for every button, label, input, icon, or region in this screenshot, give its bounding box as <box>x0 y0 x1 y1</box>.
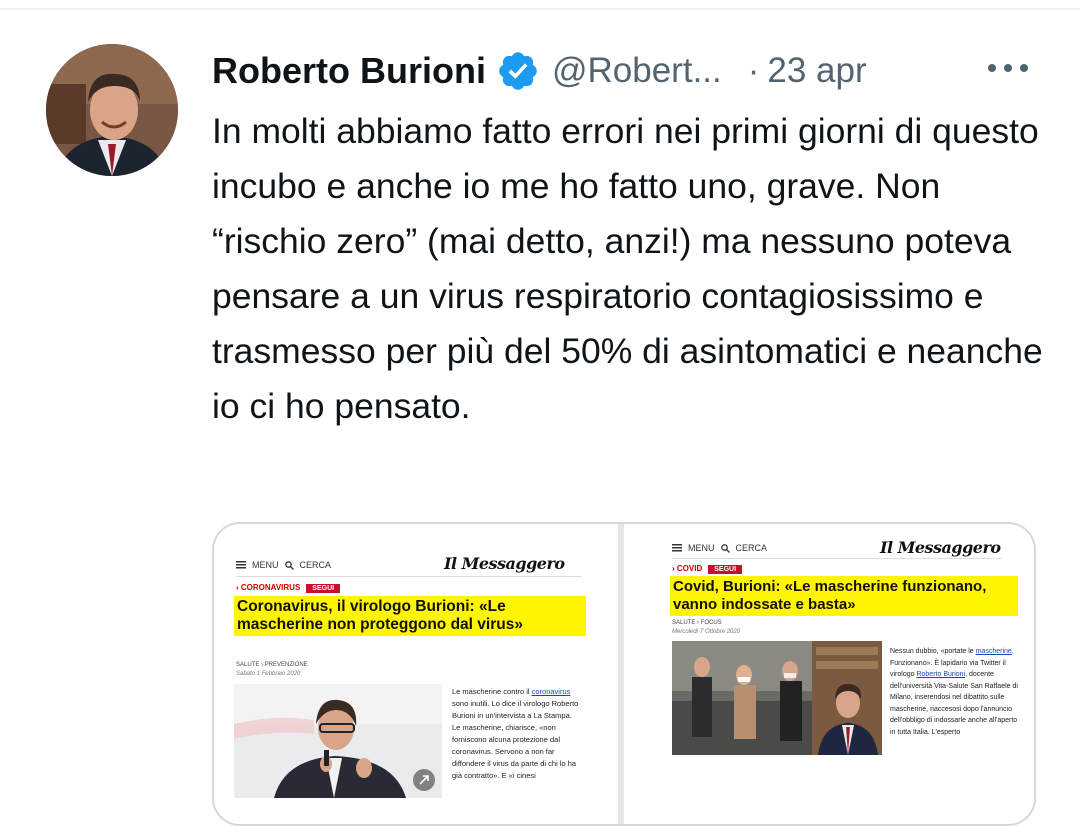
article-link-mascherine[interactable]: mascherine <box>976 648 1012 655</box>
nav-divider <box>236 576 581 577</box>
article-link-burioni[interactable]: Roberto Burioni <box>916 671 965 678</box>
article-screenshot-right[interactable]: MENU CERCA Il Messaggero › COVID SEGUI Co… <box>624 524 1034 824</box>
author-name[interactable]: Roberto Burioni <box>212 50 486 92</box>
article-body-part: , docente dell'università Vita-Salute Sa… <box>890 671 1018 736</box>
section-label: › COVID <box>672 564 703 573</box>
article-nav: MENU CERCA <box>672 543 767 553</box>
article-body-part: Nessun dubbio, «portate le <box>890 648 976 655</box>
article-headline: Covid, Burioni: «Le mascherine funzionan… <box>670 576 1018 616</box>
newspaper-logo: Il Messaggero <box>444 554 565 573</box>
follow-badge: SEGUI <box>708 565 743 574</box>
expand-icon[interactable] <box>412 768 436 792</box>
article-body: Nessun dubbio, «portate le mascherine. F… <box>890 646 1018 738</box>
section-label: › CORONAVIRUS <box>236 583 301 592</box>
article-date: Sabato 1 Febbraio 2020 <box>236 671 301 677</box>
hamburger-icon <box>672 544 682 552</box>
article-link-coronavirus[interactable]: coronavirus <box>532 687 571 696</box>
menu-label: MENU <box>252 560 279 570</box>
search-label: CERCA <box>735 543 768 553</box>
tweet-text: In molti abbiamo fatto errori nei primi … <box>212 111 1043 426</box>
article-headline: Coronavirus, il virologo Burioni: «Le ma… <box>234 596 586 636</box>
more-dots-icon[interactable] <box>986 58 1030 78</box>
tweet-media[interactable]: MENU CERCA Il Messaggero › CORONAVIRUS SE… <box>212 522 1036 826</box>
article-subsection: SALUTE › PREVENZIONE <box>236 662 308 668</box>
article-section: › CORONAVIRUS SEGUI <box>236 583 341 593</box>
article-body: Le mascherine contro il coronavirus sono… <box>452 686 580 782</box>
nav-divider <box>672 558 1002 559</box>
follow-badge: SEGUI <box>306 584 341 593</box>
article-section: › COVID SEGUI <box>672 564 743 574</box>
tweet-date[interactable]: 23 apr <box>767 51 866 91</box>
separator-dot: · <box>747 51 760 90</box>
article-screenshot-left[interactable]: MENU CERCA Il Messaggero › CORONAVIRUS SE… <box>214 524 618 824</box>
article-date: Mercoledì 7 Ottobre 2020 <box>672 629 741 635</box>
article-photo <box>234 684 442 798</box>
tweet-header: Roberto Burioni @Robert... · 23 apr <box>212 46 867 96</box>
top-divider <box>0 8 1080 10</box>
author-handle[interactable]: @Robert... <box>552 51 722 91</box>
article-body-part: sono inutili. Lo dice il virologo Robert… <box>452 699 579 780</box>
hamburger-icon <box>236 561 246 569</box>
article-body-part: Le mascherine contro il <box>452 687 532 696</box>
article-photo <box>672 641 882 755</box>
article-nav: MENU CERCA <box>236 560 331 570</box>
search-label: CERCA <box>299 560 332 570</box>
search-icon <box>720 543 730 553</box>
search-icon <box>284 560 294 570</box>
newspaper-logo: Il Messaggero <box>880 538 1001 557</box>
menu-label: MENU <box>688 543 715 553</box>
verified-badge-icon <box>499 52 537 90</box>
author-avatar[interactable] <box>46 44 178 176</box>
article-subsection: SALUTE › FOCUS <box>672 620 722 626</box>
